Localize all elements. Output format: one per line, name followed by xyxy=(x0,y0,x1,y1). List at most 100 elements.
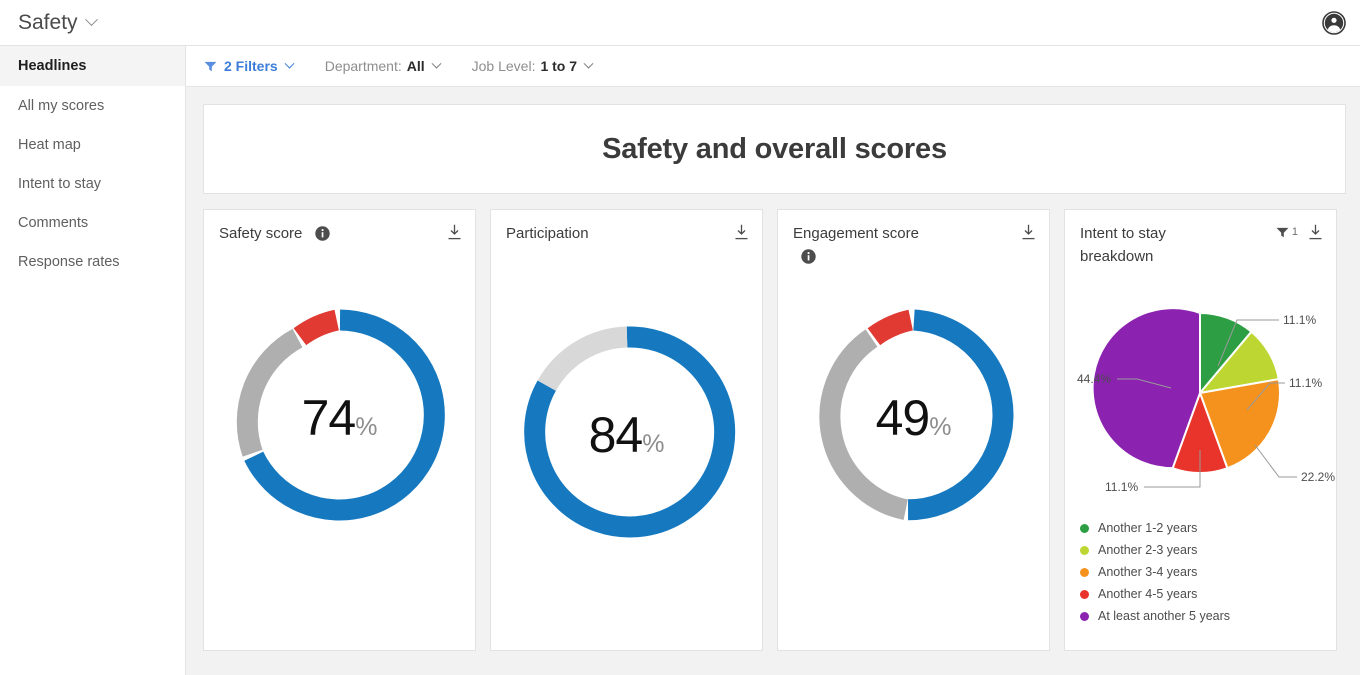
sidebar-item-headlines[interactable]: Headlines xyxy=(0,46,185,86)
chevron-down-icon xyxy=(431,58,442,69)
download-icon[interactable] xyxy=(734,224,749,240)
legend-label: Another 4-5 years xyxy=(1098,587,1198,601)
score-unit: % xyxy=(929,412,952,441)
chevron-down-icon xyxy=(84,13,98,27)
app-root: Safety Headlines All my scores Heat map … xyxy=(0,0,1360,675)
legend-label: Another 2-3 years xyxy=(1098,543,1198,557)
pie-label-purple: 44.4% xyxy=(1077,372,1111,386)
card-filter-indicator[interactable]: 1 xyxy=(1276,226,1298,238)
card-header-actions xyxy=(447,224,462,240)
donut-chart-container: 84% xyxy=(491,322,762,547)
card-header-actions xyxy=(734,224,749,240)
legend-item[interactable]: Another 4-5 years xyxy=(1080,583,1230,605)
legend-item[interactable]: Another 1-2 years xyxy=(1080,517,1230,539)
sidebar-item-heat-map[interactable]: Heat map xyxy=(0,125,185,164)
department-dropdown[interactable]: Department: All xyxy=(324,58,442,74)
card-safety-score: Safety score 74% xyxy=(203,209,476,651)
info-icon[interactable] xyxy=(801,248,816,271)
download-icon[interactable] xyxy=(1308,224,1323,240)
card-title-text: Intent to stay breakdown xyxy=(1080,225,1166,266)
sidebar-item-intent-to-stay[interactable]: Intent to stay xyxy=(0,164,185,203)
sidebar-item-label: Response rates xyxy=(18,253,120,270)
department-label: Department: xyxy=(324,58,402,74)
card-title-text: Participation xyxy=(506,225,589,242)
chevron-down-icon xyxy=(583,58,594,69)
content-area: Safety and overall scores Safety score 7… xyxy=(186,87,1360,675)
card-header-actions: 1 xyxy=(1276,224,1323,240)
sidebar-item-label: Headlines xyxy=(18,58,87,74)
cards-row: Safety score 74% Participation 84% Engag… xyxy=(203,209,1346,651)
sidebar-item-label: Comments xyxy=(18,214,89,231)
donut-engagement-score: 49% xyxy=(804,305,1024,530)
legend-swatch xyxy=(1080,545,1089,555)
donut-center-value: 84% xyxy=(517,406,737,464)
score-value: 74 xyxy=(301,389,357,446)
card-header: Participation xyxy=(506,222,749,245)
filter-count: 1 xyxy=(1291,226,1298,238)
sidebar: Headlines All my scores Heat map Intent … xyxy=(0,46,186,675)
pie-label-orange: 22.2% xyxy=(1301,470,1335,484)
card-title-text: Safety score xyxy=(219,225,303,242)
legend-swatch xyxy=(1080,523,1089,533)
pie-chart-container: 11.1% 11.1% 22.2% 11.1% 44.4% xyxy=(1065,288,1336,518)
download-icon[interactable] xyxy=(447,224,462,240)
page-banner: Safety and overall scores xyxy=(203,104,1346,194)
legend-label: Another 3-4 years xyxy=(1098,565,1198,579)
legend-label: At least another 5 years xyxy=(1098,609,1231,623)
pie-label-yellow-green: 11.1% xyxy=(1289,376,1322,390)
top-bar: Safety xyxy=(0,0,1360,46)
score-value: 84 xyxy=(588,406,644,463)
sidebar-item-response-rates[interactable]: Response rates xyxy=(0,242,185,281)
filters-dropdown[interactable]: 2 Filters xyxy=(204,58,295,74)
brand-menu[interactable]: Safety xyxy=(18,10,98,35)
card-title-text: Engagement score xyxy=(793,225,919,242)
card-title: Engagement score xyxy=(793,222,943,272)
job-level-dropdown[interactable]: Job Level: 1 to 7 xyxy=(471,58,594,74)
score-unit: % xyxy=(355,412,378,441)
sidebar-item-label: All my scores xyxy=(18,97,105,114)
legend-item[interactable]: Another 2-3 years xyxy=(1080,539,1230,561)
legend-item[interactable]: At least another 5 years xyxy=(1080,605,1230,627)
donut-center-value: 49% xyxy=(804,389,1024,447)
legend-swatch xyxy=(1080,611,1089,621)
sidebar-item-label: Intent to stay xyxy=(18,175,102,192)
funnel-icon xyxy=(1276,227,1289,237)
info-icon[interactable] xyxy=(314,225,330,248)
chevron-down-icon xyxy=(284,58,295,69)
card-participation: Participation 84% xyxy=(490,209,763,651)
donut-participation: 84% xyxy=(517,322,737,547)
legend-swatch xyxy=(1080,589,1089,599)
card-header: Safety score xyxy=(219,222,462,248)
account-circle-icon[interactable] xyxy=(1322,11,1346,35)
score-unit: % xyxy=(642,429,665,458)
download-icon[interactable] xyxy=(1021,224,1036,240)
brand-label: Safety xyxy=(18,10,78,34)
card-title: Intent to stay breakdown xyxy=(1080,222,1230,269)
job-level-label: Job Level: xyxy=(471,58,536,74)
filters-label: 2 Filters xyxy=(224,58,278,74)
pie-chart-intent-to-stay: 11.1% 11.1% 22.2% 11.1% 44.4% xyxy=(1077,307,1335,494)
donut-chart-container: 74% xyxy=(204,305,475,530)
pie-label-red: 11.1% xyxy=(1105,480,1138,494)
card-engagement-score: Engagement score 49% xyxy=(777,209,1050,651)
sidebar-item-all-my-scores[interactable]: All my scores xyxy=(0,86,185,125)
pie-legend: Another 1-2 years Another 2-3 years Anot… xyxy=(1080,517,1230,627)
card-header: Intent to stay breakdown 1 xyxy=(1080,222,1323,269)
card-title: Participation xyxy=(506,222,589,245)
donut-center-value: 74% xyxy=(230,389,450,447)
filter-bar: 2 Filters Department: All Job Level: 1 t… xyxy=(186,46,1360,87)
pie-label-green: 11.1% xyxy=(1283,313,1316,327)
funnel-icon xyxy=(204,61,217,71)
card-intent-to-stay-breakdown: Intent to stay breakdown 1 11.1% 11.1% 2… xyxy=(1064,209,1337,651)
legend-label: Another 1-2 years xyxy=(1098,521,1198,535)
donut-safety-score: 74% xyxy=(230,305,450,530)
page-title: Safety and overall scores xyxy=(602,132,947,165)
sidebar-item-comments[interactable]: Comments xyxy=(0,203,185,242)
sidebar-item-label: Heat map xyxy=(18,136,81,153)
legend-swatch xyxy=(1080,567,1089,577)
card-title: Safety score xyxy=(219,222,330,248)
score-value: 49 xyxy=(875,389,931,446)
department-value: All xyxy=(406,58,425,74)
legend-item[interactable]: Another 3-4 years xyxy=(1080,561,1230,583)
card-header-actions xyxy=(1021,224,1036,240)
